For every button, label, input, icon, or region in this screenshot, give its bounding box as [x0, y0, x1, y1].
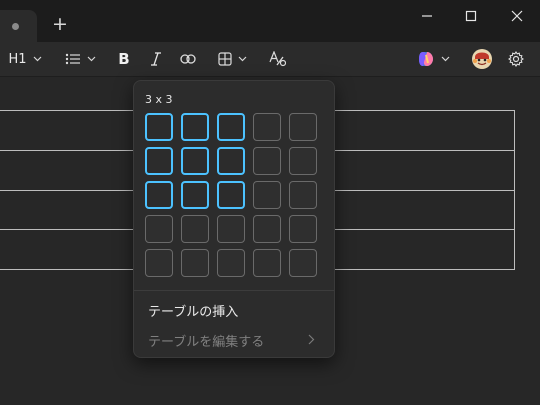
- grid-cell[interactable]: [253, 215, 281, 243]
- spellcheck-button[interactable]: [264, 42, 290, 76]
- chevron-down-icon: [87, 56, 95, 62]
- grid-cell-selected[interactable]: [181, 181, 209, 209]
- bold-button[interactable]: B: [112, 42, 136, 76]
- document-tab[interactable]: [0, 10, 37, 42]
- minimize-button[interactable]: [404, 0, 450, 32]
- grid-cell[interactable]: [289, 113, 317, 141]
- list-dropdown[interactable]: [60, 42, 100, 76]
- chevron-down-icon: [33, 56, 41, 62]
- avatar[interactable]: [470, 42, 494, 76]
- close-icon: [511, 10, 523, 22]
- grid-cell-selected[interactable]: [217, 181, 245, 209]
- grid-cell-selected[interactable]: [145, 147, 173, 175]
- edit-table-menu-item[interactable]: テーブルを編集する: [134, 325, 334, 355]
- grid-cell[interactable]: [217, 249, 245, 277]
- minimize-icon: [422, 15, 432, 17]
- italic-button[interactable]: [144, 42, 168, 76]
- grid-cell[interactable]: [289, 215, 317, 243]
- grid-cell-selected[interactable]: [217, 113, 245, 141]
- grid-cell[interactable]: [253, 147, 281, 175]
- heading-dropdown[interactable]: H1: [4, 42, 46, 76]
- menu-divider: [134, 290, 334, 291]
- title-bar: +: [0, 0, 540, 42]
- copilot-icon: [418, 52, 433, 66]
- grid-cell[interactable]: [181, 215, 209, 243]
- unsaved-dot-icon: [12, 23, 19, 30]
- maximize-button[interactable]: [448, 0, 494, 32]
- avatar-icon: [472, 49, 492, 69]
- grid-cell[interactable]: [289, 249, 317, 277]
- link-icon: [180, 54, 196, 64]
- close-button[interactable]: [494, 0, 540, 32]
- table-dropdown[interactable]: [212, 42, 252, 76]
- heading-label: H1: [8, 51, 27, 67]
- chevron-right-icon: [308, 334, 315, 345]
- grid-cell[interactable]: [253, 181, 281, 209]
- insert-table-menu-item[interactable]: テーブルの挿入: [134, 295, 334, 325]
- grid-cell[interactable]: [217, 215, 245, 243]
- table-icon: [217, 52, 232, 66]
- new-tab-button[interactable]: +: [50, 14, 70, 34]
- spellcheck-icon: [269, 51, 286, 67]
- grid-cell[interactable]: [289, 147, 317, 175]
- list-icon: [65, 53, 80, 65]
- grid-cell-selected[interactable]: [181, 113, 209, 141]
- grid-cell[interactable]: [145, 249, 173, 277]
- grid-cell[interactable]: [145, 215, 173, 243]
- copilot-dropdown[interactable]: [412, 42, 454, 76]
- grid-cell-selected[interactable]: [181, 147, 209, 175]
- table-size-grid[interactable]: [145, 113, 325, 280]
- chevron-down-icon: [441, 56, 449, 62]
- grid-cell[interactable]: [253, 249, 281, 277]
- table-insert-flyout: 3 x 3 テーブルの挿入 テーブルを編集する: [133, 80, 335, 358]
- grid-cell-selected[interactable]: [217, 147, 245, 175]
- grid-cell-selected[interactable]: [145, 113, 173, 141]
- formatting-toolbar: H1 B: [0, 42, 540, 77]
- bold-icon: B: [118, 50, 130, 68]
- grid-cell[interactable]: [181, 249, 209, 277]
- grid-cell[interactable]: [289, 181, 317, 209]
- grid-cell-selected[interactable]: [145, 181, 173, 209]
- settings-button[interactable]: [504, 42, 528, 76]
- table-size-label: 3 x 3: [145, 93, 173, 106]
- insert-table-label: テーブルの挿入: [148, 304, 239, 320]
- maximize-icon: [465, 10, 477, 22]
- settings-gear-icon: [508, 51, 524, 67]
- grid-cell[interactable]: [253, 113, 281, 141]
- italic-icon: [151, 52, 161, 66]
- chevron-down-icon: [238, 56, 246, 62]
- edit-table-label: テーブルを編集する: [148, 334, 265, 350]
- link-button[interactable]: [176, 42, 200, 76]
